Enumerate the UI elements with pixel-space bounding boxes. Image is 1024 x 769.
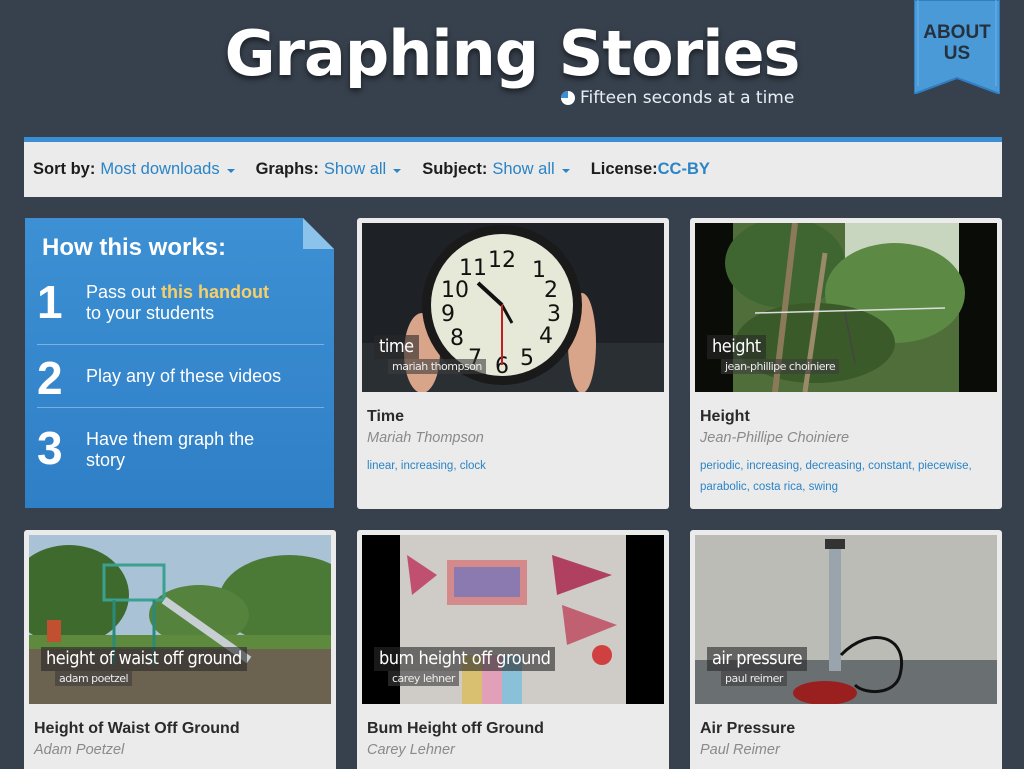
step-3: 3 Have them graph the story <box>37 422 325 482</box>
tag-link[interactable]: linear <box>367 460 395 472</box>
card-title[interactable]: Bum Height off Ground <box>367 720 544 738</box>
card-title[interactable]: Height <box>700 408 750 426</box>
overlay-title: bum height off ground <box>374 647 556 671</box>
svg-text:9: 9 <box>441 302 455 327</box>
step-text: Play any of these videos <box>86 366 282 386</box>
pie-chart-icon <box>561 91 575 105</box>
overlay-title: time <box>374 335 419 359</box>
subject-dropdown[interactable]: Show all <box>492 160 554 179</box>
license-link[interactable]: CC-BY <box>658 160 710 179</box>
svg-text:10: 10 <box>441 278 469 303</box>
tag-link[interactable]: increasing <box>401 460 453 472</box>
video-card-air-pressure[interactable]: air pressure paul reimer Air Pressure Pa… <box>690 530 1002 769</box>
video-card-time[interactable]: 1212 345 678 91011 time mariah thompson … <box>357 218 669 509</box>
video-thumbnail[interactable]: bum height off ground carey lehner <box>362 535 664 704</box>
video-thumbnail[interactable]: height jean-phillipe choiniere <box>695 223 997 392</box>
site-title[interactable]: Graphing Stories <box>0 14 1024 94</box>
video-card-height[interactable]: height jean-phillipe choiniere Height Je… <box>690 218 1002 509</box>
svg-text:5: 5 <box>520 346 534 371</box>
card-author: Paul Reimer <box>700 742 780 758</box>
overlay-credit: mariah thompson <box>388 359 486 374</box>
chevron-down-icon[interactable] <box>226 168 235 173</box>
license-label: License: <box>590 160 658 178</box>
tag-list: linear, increasing, clock <box>367 460 486 472</box>
subject-label: Subject: <box>422 160 488 178</box>
license-filter: License: CC-BY <box>591 160 710 179</box>
tag-link[interactable]: clock <box>460 460 486 472</box>
svg-text:12: 12 <box>488 248 516 273</box>
tagline-text: Fifteen seconds at a time <box>580 88 795 108</box>
tag-link[interactable]: periodic <box>700 460 740 472</box>
about-us-ribbon[interactable]: ABOUT US <box>914 0 1000 94</box>
chevron-down-icon[interactable] <box>393 168 402 173</box>
tag-link[interactable]: increasing <box>747 460 799 472</box>
tag-link[interactable]: decreasing <box>805 460 861 472</box>
filter-bar: Sort by: Most downloads Graphs: Show all… <box>24 137 1002 197</box>
how-it-works-panel: How this works: 1 Pass out this handout … <box>25 218 334 508</box>
card-title[interactable]: Time <box>367 408 404 426</box>
overlay-title: height <box>707 335 766 359</box>
subject-filter[interactable]: Subject: Show all <box>422 160 570 179</box>
chevron-down-icon[interactable] <box>561 168 570 173</box>
svg-text:4: 4 <box>539 324 553 349</box>
overlay-title: height of waist off ground <box>41 647 247 671</box>
step-1: 1 Pass out this handout to your students <box>37 276 325 336</box>
step-text: Have them graph the story <box>86 429 255 470</box>
tagline: Fifteen seconds at a time <box>560 88 794 108</box>
tag-link[interactable]: costa rica <box>753 481 802 493</box>
overlay-credit: adam poetzel <box>55 671 133 686</box>
sort-filter[interactable]: Sort by: Most downloads <box>33 160 235 179</box>
graphs-filter[interactable]: Graphs: Show all <box>256 160 402 179</box>
step-number: 1 <box>37 276 63 328</box>
card-author: Jean-Phillipe Choiniere <box>700 430 850 446</box>
tag-link[interactable]: parabolic <box>700 481 747 493</box>
card-title[interactable]: Air Pressure <box>700 720 795 738</box>
sort-label: Sort by: <box>33 160 96 178</box>
tag-link[interactable]: constant <box>868 460 911 472</box>
card-author: Carey Lehner <box>367 742 455 758</box>
tag-link[interactable]: piecewise <box>918 460 969 472</box>
step-number: 3 <box>37 422 63 474</box>
overlay-credit: jean-phillipe choiniere <box>721 359 840 374</box>
how-it-works-title: How this works: <box>42 234 227 261</box>
divider <box>37 344 324 345</box>
video-thumbnail[interactable]: air pressure paul reimer <box>695 535 997 704</box>
video-thumbnail[interactable]: 1212 345 678 91011 time mariah thompson <box>362 223 664 392</box>
card-author: Adam Poetzel <box>34 742 125 758</box>
page-fold-icon <box>303 218 334 249</box>
video-card-bum-height[interactable]: bum height off ground carey lehner Bum H… <box>357 530 669 769</box>
card-title[interactable]: Height of Waist Off Ground <box>34 720 240 738</box>
graphs-label: Graphs: <box>255 160 319 178</box>
svg-text:11: 11 <box>459 256 487 281</box>
handout-link[interactable]: this handout <box>161 282 269 302</box>
tag-list: periodic, increasing, decreasing, consta… <box>700 460 972 493</box>
overlay-title: air pressure <box>707 647 808 671</box>
video-card-waist-height[interactable]: height of waist off ground adam poetzel … <box>24 530 336 769</box>
step-text: Pass out this handout to your students <box>86 282 270 323</box>
step-2: 2 Play any of these videos <box>37 352 325 408</box>
about-us-label: ABOUT US <box>923 22 991 64</box>
overlay-credit: carey lehner <box>388 671 459 686</box>
tag-link[interactable]: swing <box>809 481 838 493</box>
overlay-credit: paul reimer <box>721 671 787 686</box>
video-thumbnail[interactable]: height of waist off ground adam poetzel <box>29 535 331 704</box>
graphs-dropdown[interactable]: Show all <box>324 160 386 179</box>
card-author: Mariah Thompson <box>367 430 484 446</box>
step-number: 2 <box>37 352 63 404</box>
sort-dropdown[interactable]: Most downloads <box>100 160 219 179</box>
svg-text:2: 2 <box>544 278 558 303</box>
divider <box>37 407 324 408</box>
svg-text:8: 8 <box>450 326 464 351</box>
